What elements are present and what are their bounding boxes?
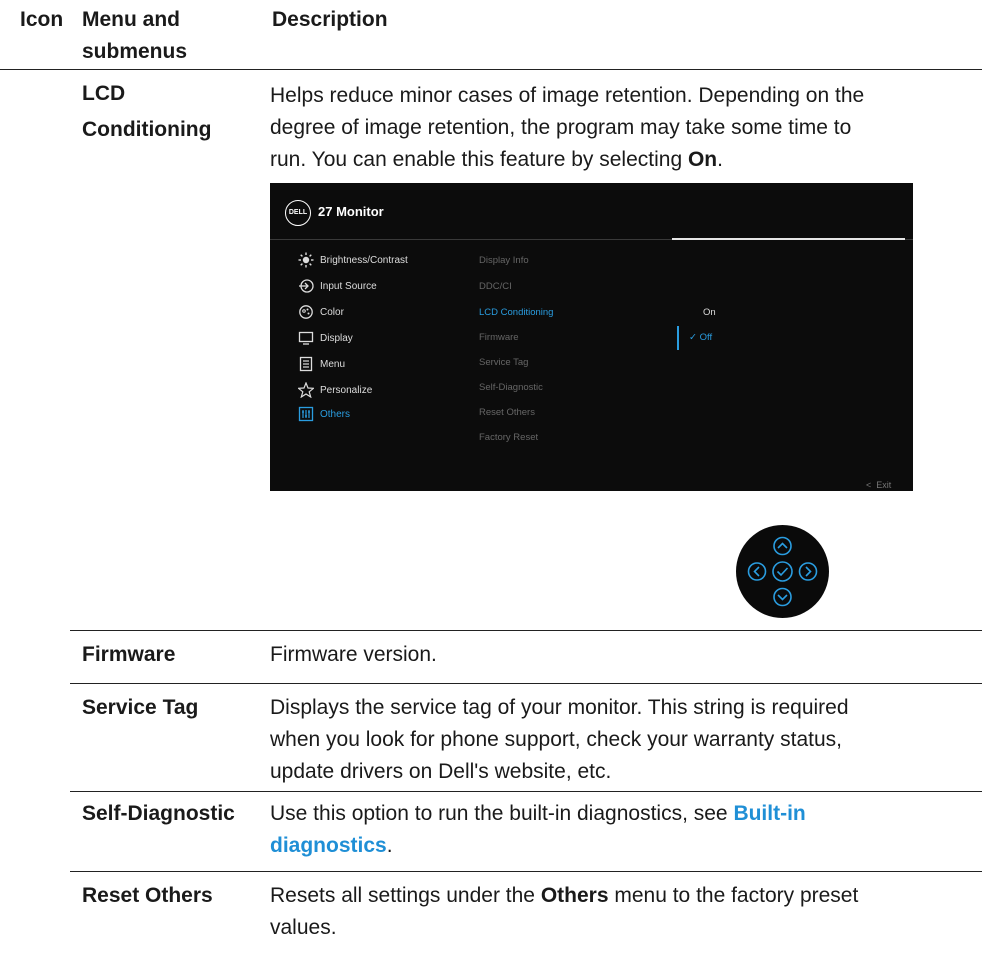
chevron-left-icon: < — [866, 480, 877, 490]
osd-menu-item-others[interactable]: Others — [298, 404, 350, 424]
service-tag-desc-line3: update drivers on Dell's website, etc. — [270, 760, 612, 783]
osd-menu-label: Brightness/Contrast — [320, 254, 408, 266]
lcd-desc-line2: degree of image retention, the program m… — [270, 116, 852, 139]
osd-submenu-service-tag[interactable]: Service Tag — [479, 357, 528, 368]
osd-submenu-firmware[interactable]: Firmware — [479, 332, 519, 343]
lcd-desc-line3: run. You can enable this feature by sele… — [270, 148, 723, 171]
osd-submenu-ddc-ci[interactable]: DDC/CI — [479, 281, 512, 292]
header-menu-col-line1: Menu and — [82, 8, 180, 31]
star-icon — [298, 382, 314, 398]
osd-title: 27 Monitor — [318, 204, 384, 219]
input-source-icon — [298, 278, 314, 294]
header-icon-col: Icon — [20, 8, 64, 31]
osd-submenu-self-diagnostic[interactable]: Self-Diagnostic — [479, 382, 543, 393]
osd-menu-label: Display — [320, 332, 353, 344]
brightness-icon — [298, 252, 314, 268]
built-in-diagnostics-link-cont[interactable]: diagnostics — [270, 834, 387, 857]
osd-option-on[interactable]: On — [703, 307, 716, 318]
display-icon — [298, 330, 314, 346]
built-in-diagnostics-link[interactable]: Built-in — [733, 802, 805, 825]
osd-menu-label: Input Source — [320, 280, 377, 292]
self-diagnostic-label: Self-Diagnostic — [82, 802, 235, 825]
osd-exit[interactable]: < Exit — [866, 480, 891, 490]
osd-screenshot: DELL 27 Monitor Brightness/Contrast Inpu… — [270, 183, 913, 491]
check-icon: ✓ — [689, 332, 700, 343]
osd-menu-label: Color — [320, 306, 344, 318]
row-rule — [70, 683, 982, 684]
reset-others-label: Reset Others — [82, 884, 213, 907]
firmware-label: Firmware — [82, 643, 176, 666]
osd-submenu-display-info[interactable]: Display Info — [479, 255, 529, 266]
joystick-controller — [736, 525, 829, 618]
lcd-label-line1: LCD — [82, 82, 126, 105]
osd-menu-item-color[interactable]: Color — [298, 302, 344, 322]
row-rule — [70, 791, 982, 792]
osd-menu-item-input-source[interactable]: Input Source — [298, 276, 377, 296]
self-diagnostic-desc-line1: Use this option to run the built-in diag… — [270, 802, 806, 825]
lcd-desc-line1: Helps reduce minor cases of image retent… — [270, 84, 865, 107]
self-diagnostic-desc-line2: diagnostics. — [270, 834, 393, 857]
service-tag-desc-line1: Displays the service tag of your monitor… — [270, 696, 849, 719]
others-icon — [298, 406, 314, 422]
osd-option-off[interactable]: ✓ Off — [689, 332, 712, 343]
osd-selection-bar — [677, 326, 679, 350]
dell-logo: DELL — [285, 200, 311, 226]
header-desc-col: Description — [272, 8, 388, 31]
menu-icon — [298, 356, 314, 372]
lcd-label-line2: Conditioning — [82, 118, 212, 141]
header-rule — [0, 69, 982, 70]
osd-menu-label: Personalize — [320, 384, 373, 396]
osd-submenu-factory-reset[interactable]: Factory Reset — [479, 432, 538, 443]
osd-menu-label: Others — [320, 408, 351, 420]
osd-menu-item-menu[interactable]: Menu — [298, 354, 345, 374]
service-tag-desc-line2: when you look for phone support, check y… — [270, 728, 842, 751]
osd-menu-item-brightness[interactable]: Brightness/Contrast — [298, 250, 408, 270]
reset-others-desc-line2: values. — [270, 916, 337, 939]
row-rule — [70, 630, 982, 631]
row-rule — [70, 871, 982, 872]
reset-others-desc-line1: Resets all settings under the Others men… — [270, 884, 859, 907]
firmware-desc: Firmware version. — [270, 643, 437, 666]
header-menu-col-line2: submenus — [82, 40, 188, 63]
osd-submenu-lcd-conditioning[interactable]: LCD Conditioning — [479, 307, 553, 318]
service-tag-label: Service Tag — [82, 696, 199, 719]
osd-menu-label: Menu — [320, 358, 346, 370]
color-icon — [298, 304, 314, 320]
osd-menu-item-display[interactable]: Display — [298, 328, 353, 348]
osd-submenu-reset-others[interactable]: Reset Others — [479, 407, 535, 418]
osd-divider-highlight — [672, 238, 905, 240]
osd-menu-item-personalize[interactable]: Personalize — [298, 380, 372, 400]
